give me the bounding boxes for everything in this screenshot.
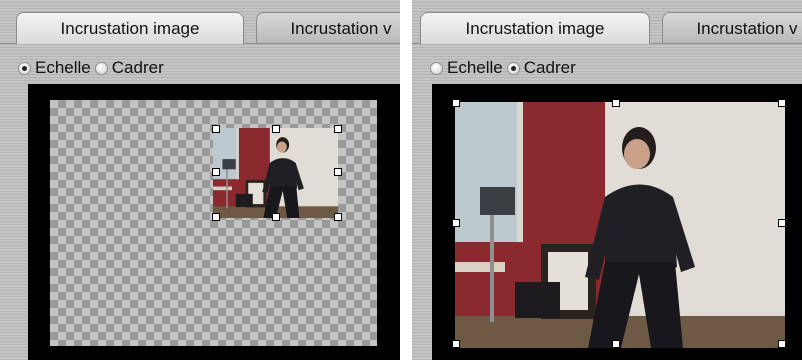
radio-echelle[interactable]: Echelle [430,58,503,78]
tab-incrustation-video[interactable]: Incrustation v [662,12,802,44]
tab-strip: Incrustation image Incrustation v [0,0,400,44]
radio-label: Echelle [447,58,503,77]
radio-checked-icon[interactable] [506,61,520,75]
resize-handle-se[interactable] [778,340,786,348]
radio-checked-icon[interactable] [18,61,31,75]
radio-cadrer[interactable]: Cadrer [506,58,576,78]
tab-incrustation-image[interactable]: Incrustation image [420,12,650,44]
overlay-image[interactable] [455,102,785,348]
tab-label: Incrustation image [60,19,200,38]
resize-handle-ne[interactable] [778,99,786,107]
right-panel: Incrustation image Incrustation v Echell… [412,0,802,360]
tab-incrustation-video[interactable]: Incrustation v [256,12,400,44]
resize-handle-w[interactable] [212,168,220,176]
resize-handle-n[interactable] [612,99,620,107]
tab-label: Incrustation image [465,19,605,38]
radio-cadrer[interactable]: Cadrer [94,58,164,78]
resize-handle-n[interactable] [272,125,280,133]
tab-incrustation-image[interactable]: Incrustation image [16,12,244,44]
preview-area [432,84,802,360]
radio-label: Echelle [35,58,91,77]
radio-echelle[interactable]: Echelle [18,58,91,78]
preview-area [28,84,400,360]
overlay-image[interactable] [213,128,338,218]
resize-handle-e[interactable] [334,168,342,176]
left-panel: Incrustation image Incrustation v Echell… [0,0,400,360]
resize-handle-nw[interactable] [212,125,220,133]
tab-label: Incrustation v [290,19,392,38]
mode-radio-group: Echelle Cadrer [430,58,580,78]
resize-handle-e[interactable] [778,219,786,227]
resize-handle-w[interactable] [452,219,460,227]
radio-label: Cadrer [111,58,164,77]
radio-unchecked-icon[interactable] [430,61,443,75]
tab-label: Incrustation v [696,19,798,38]
resize-handle-se[interactable] [334,213,342,221]
resize-handle-nw[interactable] [452,99,460,107]
resize-handle-s[interactable] [272,213,280,221]
resize-handle-sw[interactable] [452,340,460,348]
tab-strip: Incrustation image Incrustation v [412,0,802,44]
mode-radio-group: Echelle Cadrer [18,58,168,78]
radio-label: Cadrer [523,58,576,77]
radio-unchecked-icon[interactable] [94,61,108,75]
resize-handle-s[interactable] [612,340,620,348]
studio-photo [213,128,338,218]
resize-handle-sw[interactable] [212,213,220,221]
resize-handle-ne[interactable] [334,125,342,133]
studio-photo [455,102,785,348]
